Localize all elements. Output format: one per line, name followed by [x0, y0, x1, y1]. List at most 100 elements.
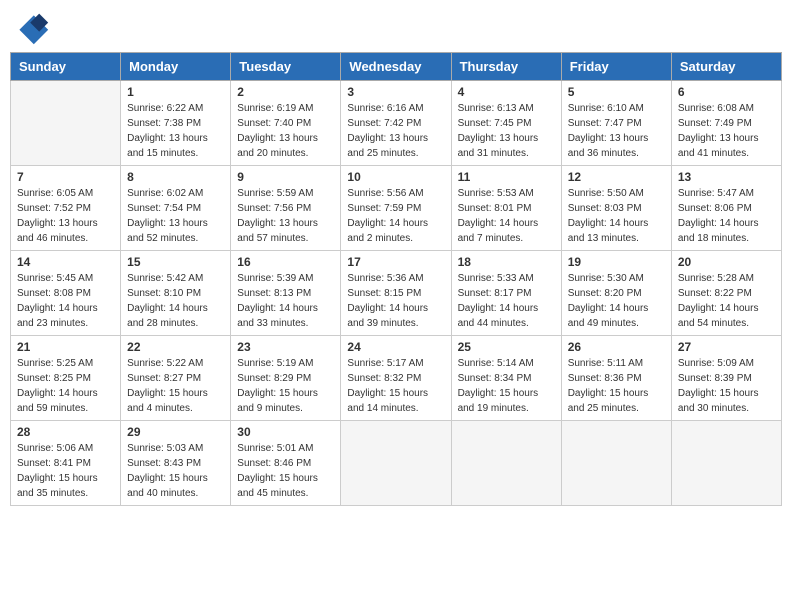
day-number: 4 [458, 85, 555, 99]
calendar-cell: 21 Sunrise: 5:25 AMSunset: 8:25 PMDayligh… [11, 336, 121, 421]
day-number: 26 [568, 340, 665, 354]
day-number: 24 [347, 340, 444, 354]
day-info: Sunrise: 5:30 AMSunset: 8:20 PMDaylight:… [568, 271, 665, 331]
calendar-week-4: 21 Sunrise: 5:25 AMSunset: 8:25 PMDayligh… [11, 336, 782, 421]
day-info: Sunrise: 6:13 AMSunset: 7:45 PMDaylight:… [458, 101, 555, 161]
day-info: Sunrise: 6:16 AMSunset: 7:42 PMDaylight:… [347, 101, 444, 161]
day-info: Sunrise: 5:42 AMSunset: 8:10 PMDaylight:… [127, 271, 224, 331]
day-info: Sunrise: 5:03 AMSunset: 8:43 PMDaylight:… [127, 441, 224, 501]
day-info: Sunrise: 6:19 AMSunset: 7:40 PMDaylight:… [237, 101, 334, 161]
day-number: 29 [127, 425, 224, 439]
calendar-cell: 24 Sunrise: 5:17 AMSunset: 8:32 PMDayligh… [341, 336, 451, 421]
calendar-cell [671, 421, 781, 506]
day-number: 9 [237, 170, 334, 184]
day-info: Sunrise: 6:10 AMSunset: 7:47 PMDaylight:… [568, 101, 665, 161]
day-number: 12 [568, 170, 665, 184]
logo-icon [14, 10, 50, 46]
day-info: Sunrise: 5:06 AMSunset: 8:41 PMDaylight:… [17, 441, 114, 501]
day-info: Sunrise: 5:22 AMSunset: 8:27 PMDaylight:… [127, 356, 224, 416]
day-info: Sunrise: 6:05 AMSunset: 7:52 PMDaylight:… [17, 186, 114, 246]
calendar-cell: 18 Sunrise: 5:33 AMSunset: 8:17 PMDayligh… [451, 251, 561, 336]
calendar-cell: 5 Sunrise: 6:10 AMSunset: 7:47 PMDaylight… [561, 81, 671, 166]
day-number: 3 [347, 85, 444, 99]
day-info: Sunrise: 6:02 AMSunset: 7:54 PMDaylight:… [127, 186, 224, 246]
day-info: Sunrise: 5:39 AMSunset: 8:13 PMDaylight:… [237, 271, 334, 331]
calendar-cell [341, 421, 451, 506]
calendar-cell: 9 Sunrise: 5:59 AMSunset: 7:56 PMDaylight… [231, 166, 341, 251]
day-number: 23 [237, 340, 334, 354]
day-info: Sunrise: 5:28 AMSunset: 8:22 PMDaylight:… [678, 271, 775, 331]
weekday-header-row: SundayMondayTuesdayWednesdayThursdayFrid… [11, 53, 782, 81]
calendar-cell: 28Sunrise: 5:06 AMSunset: 8:41 PMDayligh… [11, 421, 121, 506]
calendar-cell: 23Sunrise: 5:19 AMSunset: 8:29 PMDayligh… [231, 336, 341, 421]
calendar-cell [451, 421, 561, 506]
day-info: Sunrise: 5:33 AMSunset: 8:17 PMDaylight:… [458, 271, 555, 331]
page-header [10, 10, 782, 46]
day-number: 21 [17, 340, 114, 354]
weekday-header-monday: Monday [121, 53, 231, 81]
day-info: Sunrise: 5:53 AMSunset: 8:01 PMDaylight:… [458, 186, 555, 246]
day-number: 15 [127, 255, 224, 269]
day-number: 18 [458, 255, 555, 269]
calendar-cell: 11Sunrise: 5:53 AMSunset: 8:01 PMDayligh… [451, 166, 561, 251]
day-number: 30 [237, 425, 334, 439]
day-info: Sunrise: 5:25 AMSunset: 8:25 PMDaylight:… [17, 356, 114, 416]
day-info: Sunrise: 6:22 AMSunset: 7:38 PMDaylight:… [127, 101, 224, 161]
day-info: Sunrise: 6:08 AMSunset: 7:49 PMDaylight:… [678, 101, 775, 161]
day-number: 2 [237, 85, 334, 99]
day-info: Sunrise: 5:36 AMSunset: 8:15 PMDaylight:… [347, 271, 444, 331]
calendar-table: SundayMondayTuesdayWednesdayThursdayFrid… [10, 52, 782, 506]
day-info: Sunrise: 5:45 AMSunset: 8:08 PMDaylight:… [17, 271, 114, 331]
day-number: 25 [458, 340, 555, 354]
calendar-cell: 6Sunrise: 6:08 AMSunset: 7:49 PMDaylight… [671, 81, 781, 166]
calendar-week-1: 1 Sunrise: 6:22 AMSunset: 7:38 PMDaylight… [11, 81, 782, 166]
calendar-cell: 1 Sunrise: 6:22 AMSunset: 7:38 PMDaylight… [121, 81, 231, 166]
day-info: Sunrise: 5:59 AMSunset: 7:56 PMDaylight:… [237, 186, 334, 246]
calendar-cell: 30 Sunrise: 5:01 AMSunset: 8:46 PMDayligh… [231, 421, 341, 506]
calendar-cell: 19 Sunrise: 5:30 AMSunset: 8:20 PMDayligh… [561, 251, 671, 336]
day-number: 7 [17, 170, 114, 184]
weekday-header-friday: Friday [561, 53, 671, 81]
day-number: 20 [678, 255, 775, 269]
day-info: Sunrise: 5:17 AMSunset: 8:32 PMDaylight:… [347, 356, 444, 416]
calendar-cell: 26 Sunrise: 5:11 AMSunset: 8:36 PMDayligh… [561, 336, 671, 421]
calendar-cell [11, 81, 121, 166]
day-info: Sunrise: 5:01 AMSunset: 8:46 PMDaylight:… [237, 441, 334, 501]
calendar-cell: 15 Sunrise: 5:42 AMSunset: 8:10 PMDayligh… [121, 251, 231, 336]
day-info: Sunrise: 5:56 AMSunset: 7:59 PMDaylight:… [347, 186, 444, 246]
day-number: 22 [127, 340, 224, 354]
weekday-header-wednesday: Wednesday [341, 53, 451, 81]
weekday-header-tuesday: Tuesday [231, 53, 341, 81]
weekday-header-thursday: Thursday [451, 53, 561, 81]
day-number: 5 [568, 85, 665, 99]
calendar-cell: 10 Sunrise: 5:56 AMSunset: 7:59 PMDayligh… [341, 166, 451, 251]
day-info: Sunrise: 5:09 AMSunset: 8:39 PMDaylight:… [678, 356, 775, 416]
calendar-cell [561, 421, 671, 506]
calendar-week-5: 28Sunrise: 5:06 AMSunset: 8:41 PMDayligh… [11, 421, 782, 506]
day-number: 10 [347, 170, 444, 184]
day-number: 27 [678, 340, 775, 354]
day-number: 14 [17, 255, 114, 269]
day-info: Sunrise: 5:14 AMSunset: 8:34 PMDaylight:… [458, 356, 555, 416]
calendar-cell: 4 Sunrise: 6:13 AMSunset: 7:45 PMDaylight… [451, 81, 561, 166]
day-info: Sunrise: 5:47 AMSunset: 8:06 PMDaylight:… [678, 186, 775, 246]
calendar-cell: 27 Sunrise: 5:09 AMSunset: 8:39 PMDayligh… [671, 336, 781, 421]
day-number: 19 [568, 255, 665, 269]
weekday-header-saturday: Saturday [671, 53, 781, 81]
day-number: 17 [347, 255, 444, 269]
day-number: 13 [678, 170, 775, 184]
day-number: 1 [127, 85, 224, 99]
calendar-cell: 22 Sunrise: 5:22 AMSunset: 8:27 PMDayligh… [121, 336, 231, 421]
calendar-cell: 12Sunrise: 5:50 AMSunset: 8:03 PMDayligh… [561, 166, 671, 251]
calendar-cell: 14 Sunrise: 5:45 AMSunset: 8:08 PMDayligh… [11, 251, 121, 336]
weekday-header-sunday: Sunday [11, 53, 121, 81]
calendar-cell: 2 Sunrise: 6:19 AMSunset: 7:40 PMDaylight… [231, 81, 341, 166]
calendar-cell: 25 Sunrise: 5:14 AMSunset: 8:34 PMDayligh… [451, 336, 561, 421]
day-number: 16 [237, 255, 334, 269]
calendar-cell: 17 Sunrise: 5:36 AMSunset: 8:15 PMDayligh… [341, 251, 451, 336]
calendar-cell: 8Sunrise: 6:02 AMSunset: 7:54 PMDaylight… [121, 166, 231, 251]
calendar-week-2: 7 Sunrise: 6:05 AMSunset: 7:52 PMDaylight… [11, 166, 782, 251]
calendar-cell: 20 Sunrise: 5:28 AMSunset: 8:22 PMDayligh… [671, 251, 781, 336]
day-info: Sunrise: 5:11 AMSunset: 8:36 PMDaylight:… [568, 356, 665, 416]
calendar-week-3: 14 Sunrise: 5:45 AMSunset: 8:08 PMDayligh… [11, 251, 782, 336]
